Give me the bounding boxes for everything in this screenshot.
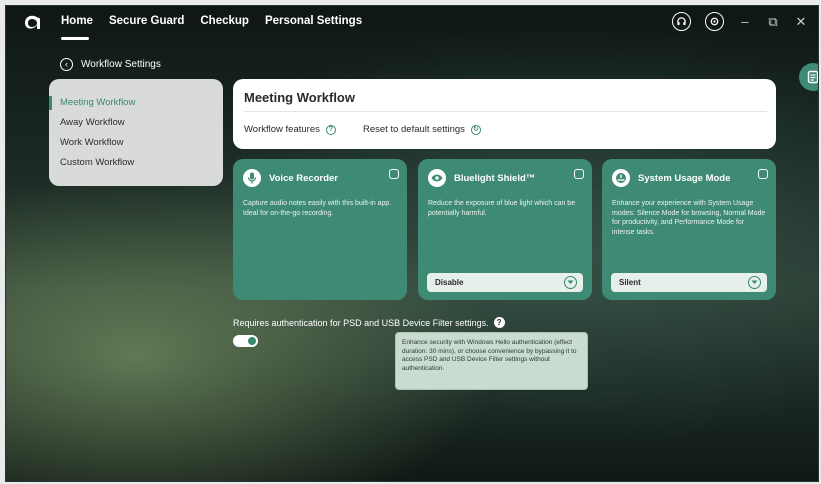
settings-icon[interactable] [705, 12, 724, 31]
gauge-icon [612, 169, 630, 187]
workflow-features-link[interactable]: Workflow features ? [244, 124, 336, 135]
close-icon[interactable]: ✕ [794, 14, 808, 30]
eye-icon [428, 169, 446, 187]
feature-card-voice-recorder: Voice Recorder Capture audio notes easil… [233, 159, 407, 300]
back-button[interactable]: ‹ Workflow Settings [60, 58, 161, 71]
checkbox[interactable] [389, 169, 399, 179]
toggle-knob [248, 337, 256, 345]
auth-tooltip: Enhance security with Windows Hello auth… [395, 332, 588, 390]
workflow-sidebar: Meeting Workflow Away Workflow Work Work… [49, 79, 223, 186]
tab-secure-guard[interactable]: Secure Guard [109, 15, 184, 27]
divider [244, 111, 767, 112]
notes-icon [807, 70, 818, 84]
card-description: Enhance your experience with System Usag… [612, 200, 766, 236]
checkbox[interactable] [758, 169, 768, 179]
card-description: Capture audio notes easily with this bui… [243, 200, 392, 217]
select-value: Disable [435, 278, 464, 287]
back-label: Workflow Settings [81, 59, 161, 70]
bluelight-select[interactable]: Disable [427, 273, 583, 292]
help-icon[interactable]: ? [325, 124, 336, 135]
acer-logo-icon [22, 14, 42, 32]
minimize-icon[interactable]: – [738, 14, 752, 29]
sidebar-item-work-workflow[interactable]: Work Workflow [49, 133, 223, 153]
reset-defaults-label: Reset to default settings [363, 124, 465, 135]
chevron-down-icon [748, 276, 761, 289]
window-controls: – ⧉ ✕ [672, 12, 808, 31]
card-title: System Usage Mode [638, 172, 731, 184]
auth-setting: Requires authentication for PSD and USB … [233, 317, 505, 328]
app-window: Home Secure Guard Checkup Personal Setti… [5, 5, 819, 482]
help-icon[interactable]: ? [493, 317, 505, 328]
main-nav: Home Secure Guard Checkup Personal Setti… [61, 15, 362, 40]
system-usage-select[interactable]: Silent [611, 273, 767, 292]
restore-icon[interactable]: ⧉ [766, 14, 780, 30]
reset-defaults-button[interactable]: Reset to default settings ↻ [363, 124, 481, 135]
microphone-icon [243, 169, 261, 187]
page-title: Meeting Workflow [244, 90, 355, 105]
card-title: Voice Recorder [269, 172, 338, 184]
notes-button[interactable] [799, 63, 818, 91]
checkbox[interactable] [574, 169, 584, 179]
card-description: Reduce the exposure of blue light which … [428, 200, 576, 217]
feature-card-system-usage-mode: System Usage Mode Enhance your experienc… [602, 159, 776, 300]
card-title: Bluelight Shield™ [454, 172, 536, 184]
feature-card-bluelight-shield: Bluelight Shield™ Reduce the exposure of… [418, 159, 592, 300]
auth-label: Requires authentication for PSD and USB … [233, 317, 489, 328]
tab-personal-settings[interactable]: Personal Settings [265, 15, 362, 27]
sidebar-item-away-workflow[interactable]: Away Workflow [49, 113, 223, 133]
back-arrow-icon: ‹ [60, 58, 73, 71]
workflow-header-card: Meeting Workflow Workflow features ? Res… [233, 79, 776, 149]
auth-toggle[interactable] [233, 335, 258, 347]
tab-checkup[interactable]: Checkup [200, 15, 249, 27]
chevron-down-icon [564, 276, 577, 289]
reset-icon: ↻ [470, 124, 481, 135]
headset-icon[interactable] [672, 12, 691, 31]
workflow-features-label: Workflow features [244, 124, 320, 135]
sidebar-item-custom-workflow[interactable]: Custom Workflow [49, 153, 223, 173]
select-value: Silent [619, 278, 641, 287]
sidebar-item-meeting-workflow[interactable]: Meeting Workflow [49, 93, 223, 113]
tab-home[interactable]: Home [61, 15, 93, 40]
